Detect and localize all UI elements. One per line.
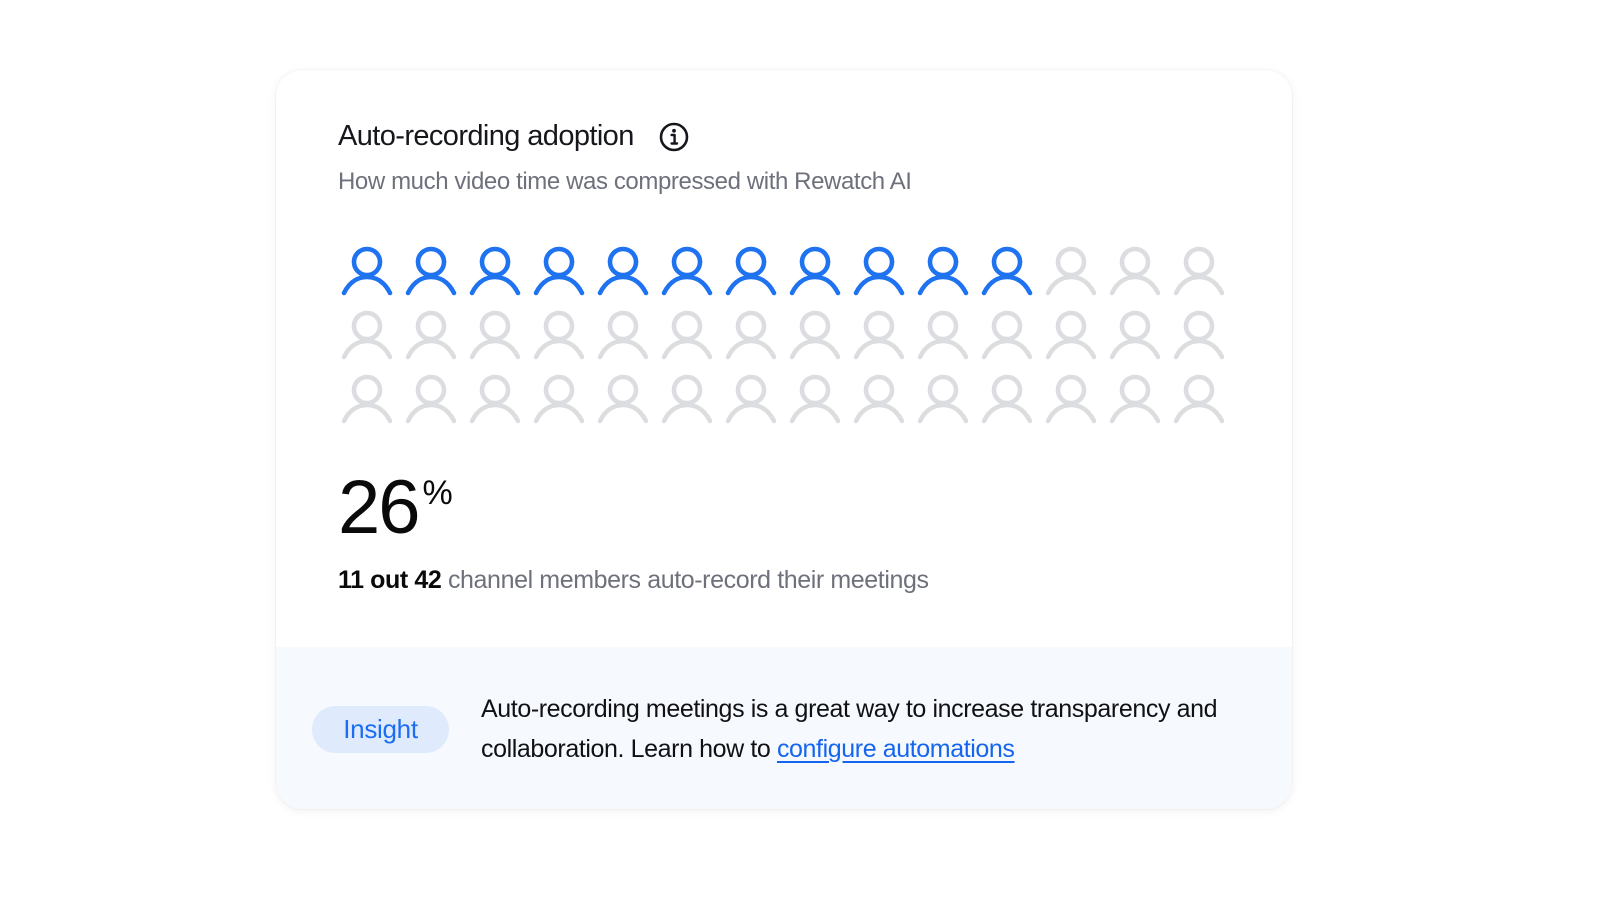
stat-description-text: channel members auto-record their meetin… xyxy=(441,566,929,594)
person-icon-inactive xyxy=(661,374,713,424)
person-icon-inactive xyxy=(917,374,969,424)
stat-description-count: 11 out 42 xyxy=(338,566,442,594)
person-icon-active xyxy=(341,246,393,296)
person-icon-active xyxy=(725,246,777,296)
person-icon-active xyxy=(981,246,1033,296)
person-icon-inactive xyxy=(981,310,1033,360)
info-icon[interactable] xyxy=(658,121,690,153)
person-icon-inactive xyxy=(1109,246,1161,296)
person-icon-inactive xyxy=(469,374,521,424)
person-icon-inactive xyxy=(725,310,777,360)
person-icon-active xyxy=(597,246,649,296)
person-icon-inactive xyxy=(405,374,457,424)
person-icon-inactive xyxy=(1109,374,1161,424)
card-main: Auto-recording adoption How much video t… xyxy=(276,70,1292,647)
person-icon-inactive xyxy=(1045,374,1097,424)
person-icon-inactive xyxy=(1109,310,1161,360)
configure-automations-link[interactable]: configure automations xyxy=(777,735,1015,763)
person-icon-inactive xyxy=(405,310,457,360)
insight-badge: Insight xyxy=(312,706,449,753)
person-icon-inactive xyxy=(789,310,841,360)
card-title: Auto-recording adoption xyxy=(338,120,634,152)
person-icon-inactive xyxy=(1173,246,1225,296)
stat-description: 11 out 42 channel members auto-record th… xyxy=(338,566,929,595)
person-icon-active xyxy=(661,246,713,296)
person-icon-inactive xyxy=(533,374,585,424)
person-icon-inactive xyxy=(597,310,649,360)
person-icon-inactive xyxy=(533,310,585,360)
person-icon-active xyxy=(917,246,969,296)
title-row: Auto-recording adoption xyxy=(338,120,690,153)
stat-unit: % xyxy=(422,474,453,512)
person-icon-active xyxy=(853,246,905,296)
person-icon-active xyxy=(405,246,457,296)
person-icon-inactive xyxy=(1045,310,1097,360)
adoption-stat: 26 % xyxy=(338,470,453,546)
person-icon-inactive xyxy=(1173,374,1225,424)
person-icon-inactive xyxy=(789,374,841,424)
person-icon-inactive xyxy=(853,374,905,424)
person-icon-inactive xyxy=(981,374,1033,424)
insight-footer: Insight Auto-recording meetings is a gre… xyxy=(276,647,1292,809)
person-icon-inactive xyxy=(597,374,649,424)
insight-text: Auto-recording meetings is a great way t… xyxy=(481,689,1281,769)
person-icon-inactive xyxy=(661,310,713,360)
person-icon-inactive xyxy=(725,374,777,424)
person-icon-inactive xyxy=(917,310,969,360)
person-icon-active xyxy=(789,246,841,296)
card-subtitle: How much video time was compressed with … xyxy=(338,168,912,195)
person-icon-active xyxy=(533,246,585,296)
people-grid xyxy=(340,245,1236,437)
person-icon-inactive xyxy=(1173,310,1225,360)
person-icon-inactive xyxy=(341,310,393,360)
person-icon-active xyxy=(469,246,521,296)
person-icon-inactive xyxy=(341,374,393,424)
adoption-card: Auto-recording adoption How much video t… xyxy=(276,70,1292,809)
person-icon-inactive xyxy=(1045,246,1097,296)
person-icon-inactive xyxy=(469,310,521,360)
person-icon-inactive xyxy=(853,310,905,360)
stat-value: 26 xyxy=(338,465,421,550)
